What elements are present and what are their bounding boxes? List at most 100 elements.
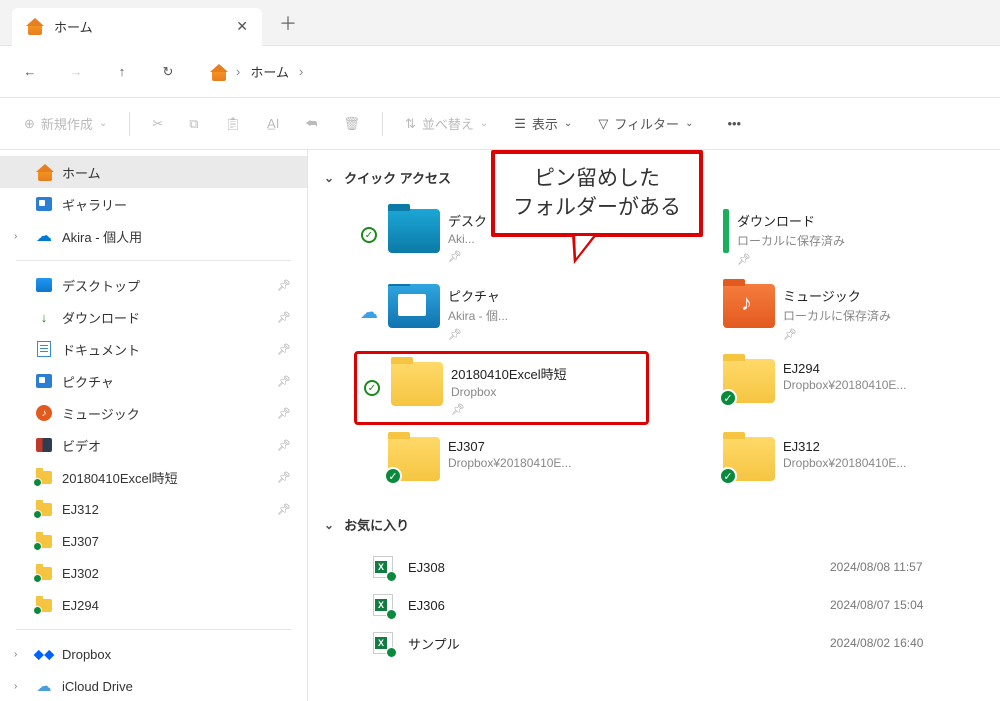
- plus-circle-icon: ⊕: [24, 116, 35, 132]
- qa-item-ej294[interactable]: ✓ EJ294 Dropbox¥20180410E...: [689, 351, 984, 425]
- favorite-row[interactable]: EJ306 2024/08/07 15:04: [354, 586, 984, 624]
- sidebar-item-label: ホーム: [62, 163, 101, 182]
- sidebar-item-folder-ej307[interactable]: EJ307: [0, 525, 307, 557]
- pin-icon: 📌︎: [737, 253, 980, 266]
- chevron-right-icon: ›: [236, 64, 240, 79]
- folder-icon: ✓: [723, 437, 775, 481]
- sidebar-item-personal[interactable]: › ☁ Akira - 個人用: [0, 220, 307, 252]
- copy-icon: ⧉: [189, 116, 198, 132]
- delete-button[interactable]: 🗑︎: [335, 110, 368, 138]
- sidebar-item-gallery[interactable]: ギャラリー: [0, 188, 307, 220]
- sidebar-item-icloud[interactable]: › ☁ iCloud Drive: [0, 670, 307, 701]
- sort-label: 並べ替え: [422, 114, 474, 133]
- sidebar-item-downloads[interactable]: ↓ ダウンロード 📌︎: [0, 301, 307, 333]
- chevron-right-icon: ›: [14, 649, 17, 660]
- sidebar-item-videos[interactable]: ビデオ 📌︎: [0, 429, 307, 461]
- cloud-icon: ☁: [360, 302, 378, 323]
- sidebar-item-folder-ej302[interactable]: EJ302: [0, 557, 307, 589]
- qa-item-pictures[interactable]: ☁ ピクチャ Akira - 個... 📌︎: [354, 276, 649, 347]
- copy-button[interactable]: ⧉: [181, 110, 206, 138]
- qa-item-downloads[interactable]: ダウンロード ローカルに保存済み 📌︎: [689, 201, 984, 272]
- chevron-down-icon: ⌄: [99, 118, 107, 129]
- sidebar-item-label: ミュージック: [62, 404, 140, 423]
- section-title: お気に入り: [344, 515, 409, 534]
- file-date: 2024/08/02 16:40: [830, 636, 980, 650]
- separator: [382, 112, 383, 136]
- home-icon: [36, 164, 52, 180]
- breadcrumb[interactable]: › ホーム ›: [210, 62, 303, 81]
- sidebar-item-label: 20180410Excel時短: [62, 468, 178, 487]
- sync-status-icon: ✓: [361, 380, 383, 396]
- item-name: ミュージック: [783, 286, 980, 305]
- favorites-list: EJ308 2024/08/08 11:57 EJ306 2024/08/07 …: [354, 548, 984, 662]
- view-button[interactable]: ☰ 表示 ⌄: [506, 108, 580, 139]
- breadcrumb-home[interactable]: ホーム: [250, 62, 289, 81]
- filter-icon: ▽: [598, 116, 608, 132]
- new-tab-button[interactable]: ＋: [274, 9, 302, 37]
- chevron-right-icon: ›: [14, 681, 17, 692]
- qa-item-ej307[interactable]: ✓ EJ307 Dropbox¥20180410E...: [354, 429, 649, 495]
- pin-icon: 📌︎: [451, 403, 642, 416]
- section-favorites-header[interactable]: ⌄ お気に入り: [324, 515, 984, 534]
- pictures-icon: [36, 374, 52, 388]
- close-tab-icon[interactable]: ✕: [236, 18, 248, 35]
- new-label: 新規作成: [41, 114, 93, 133]
- sidebar-item-documents[interactable]: ドキュメント 📌︎: [0, 333, 307, 365]
- folder-icon: [391, 362, 443, 406]
- filter-button[interactable]: ▽ フィルター ⌄: [590, 108, 701, 139]
- pin-icon: 📌︎: [277, 375, 291, 388]
- sidebar-item-folder-ej312[interactable]: EJ312 📌︎: [0, 493, 307, 525]
- folder-icon: [36, 471, 52, 484]
- item-name: EJ307: [448, 439, 645, 454]
- sidebar-item-label: EJ307: [62, 534, 99, 549]
- file-date: 2024/08/07 15:04: [830, 598, 980, 612]
- home-icon: [210, 64, 226, 80]
- item-sub: Dropbox¥20180410E...: [783, 378, 980, 392]
- sidebar-item-pictures[interactable]: ピクチャ 📌︎: [0, 365, 307, 397]
- sort-icon: ⇅: [405, 116, 416, 132]
- item-sub: Dropbox¥20180410E...: [783, 456, 980, 470]
- favorite-row[interactable]: サンプル 2024/08/02 16:40: [354, 624, 984, 662]
- cut-button[interactable]: ✂: [144, 110, 171, 138]
- content: ⌄ クイック アクセス ✓ デスクトップ Aki... 📌︎ ダウンロード ロー…: [308, 150, 1000, 701]
- sidebar-item-music[interactable]: ♪ ミュージック 📌︎: [0, 397, 307, 429]
- up-button[interactable]: ↑: [108, 58, 136, 86]
- qa-item-music[interactable]: ミュージック ローカルに保存済み 📌︎: [689, 276, 984, 347]
- share-button[interactable]: ⮪: [297, 110, 325, 138]
- favorite-row[interactable]: EJ308 2024/08/08 11:57: [354, 548, 984, 586]
- paste-button[interactable]: 📋︎: [217, 110, 250, 138]
- qa-item-ej312[interactable]: ✓ EJ312 Dropbox¥20180410E...: [689, 429, 984, 495]
- qa-item-excel-pinned[interactable]: ✓ 20180410Excel時短 Dropbox 📌︎: [354, 351, 649, 425]
- more-button[interactable]: •••: [719, 110, 749, 137]
- tab-bar: ホーム ✕ ＋: [0, 0, 1000, 46]
- sidebar-item-home[interactable]: ホーム: [0, 156, 307, 188]
- item-sub: ローカルに保存済み: [783, 307, 980, 324]
- sidebar-item-folder-excel[interactable]: 20180410Excel時短 📌︎: [0, 461, 307, 493]
- sidebar-item-label: ビデオ: [62, 436, 101, 455]
- tab-home[interactable]: ホーム ✕: [12, 8, 262, 46]
- sort-button[interactable]: ⇅ 並べ替え ⌄: [397, 108, 496, 139]
- sidebar-item-dropbox[interactable]: › ⬥⬥ Dropbox: [0, 638, 307, 670]
- chevron-down-icon: ⌄: [685, 118, 693, 129]
- toolbar: ⊕ 新規作成 ⌄ ✂ ⧉ 📋︎ A̲I ⮪ 🗑︎ ⇅ 並べ替え ⌄ ☰ 表示 ⌄…: [0, 98, 1000, 150]
- new-button[interactable]: ⊕ 新規作成 ⌄: [16, 108, 115, 139]
- forward-button[interactable]: →: [62, 58, 90, 86]
- rename-icon: A̲I: [267, 116, 279, 131]
- view-icon: ☰: [514, 116, 526, 132]
- excel-icon: [373, 556, 393, 578]
- sidebar-item-folder-ej294[interactable]: EJ294: [0, 589, 307, 621]
- paste-icon: 📋︎: [225, 116, 242, 132]
- refresh-button[interactable]: ↻: [154, 58, 182, 86]
- sidebar-item-label: ダウンロード: [62, 308, 140, 327]
- item-sub: Dropbox: [451, 385, 642, 399]
- pin-icon: 📌︎: [277, 503, 291, 516]
- item-name: EJ312: [783, 439, 980, 454]
- sidebar-item-label: EJ302: [62, 566, 99, 581]
- sidebar-item-label: EJ312: [62, 502, 99, 517]
- back-button[interactable]: ←: [16, 58, 44, 86]
- sync-badge-icon: ✓: [384, 467, 402, 485]
- folder-icon: [36, 599, 52, 612]
- sidebar-item-desktop[interactable]: デスクトップ 📌︎: [0, 269, 307, 301]
- rename-button[interactable]: A̲I: [259, 110, 287, 137]
- sidebar-item-label: ギャラリー: [62, 195, 127, 214]
